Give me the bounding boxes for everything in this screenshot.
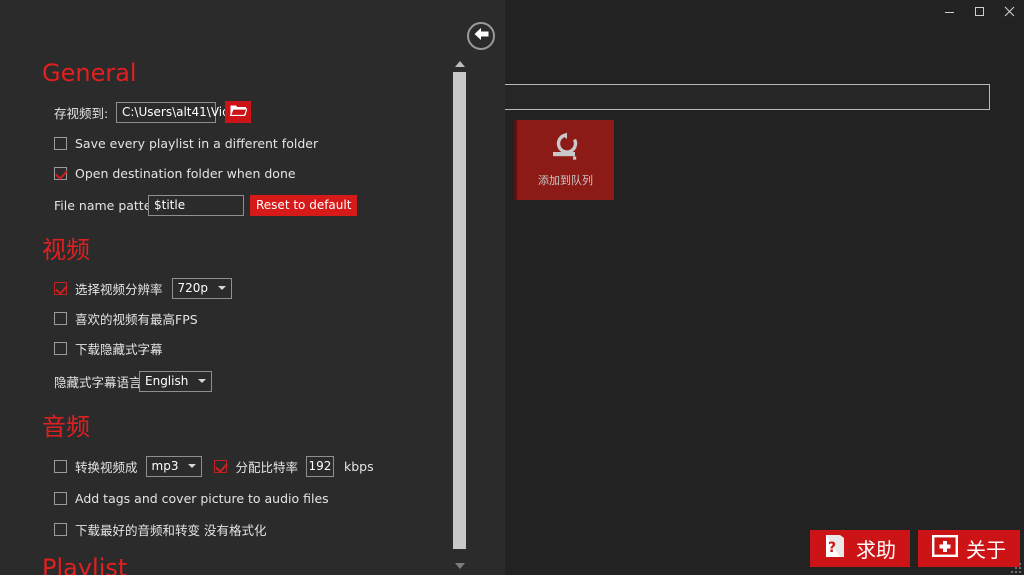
- window-controls: [934, 0, 1024, 22]
- section-title-video: 视频: [42, 236, 90, 264]
- subtitles-label: 下载隐藏式字幕: [75, 341, 163, 357]
- subtitles-checkbox[interactable]: [54, 341, 67, 355]
- video-resolution-value: 720p: [177, 281, 209, 295]
- folder-open-icon: [229, 103, 248, 121]
- reset-to-default-button[interactable]: Reset to default: [250, 194, 358, 216]
- row-add-tags[interactable]: Add tags and cover picture to audio file…: [54, 485, 450, 511]
- row-file-name-pattern: File name pattern: $title Reset to defau…: [54, 192, 450, 218]
- save-video-to-input[interactable]: C:\Users\alt41\Videos: [116, 101, 251, 123]
- save-video-to-label: 存视频到:: [54, 105, 109, 121]
- row-best-audio[interactable]: 下载最好的音频和转变 没有格式化: [54, 516, 450, 542]
- chevron-down-icon: [218, 286, 227, 290]
- max-fps-label: 喜欢的视频有最高FPS: [75, 311, 198, 327]
- about-plus-icon: [932, 535, 959, 562]
- convert-audio-label: 转换视频成: [75, 459, 138, 475]
- scroll-down-arrow-icon[interactable]: [452, 560, 467, 572]
- video-resolution-checkbox[interactable]: [54, 281, 67, 295]
- add-to-queue-button[interactable]: 添加到队列: [514, 120, 614, 200]
- add-tags-checkbox[interactable]: [54, 491, 67, 505]
- add-to-queue-label: 添加到队列: [538, 174, 593, 187]
- row-convert-audio: 转换视频成 mp3 分配比特率 192 kbps: [54, 453, 450, 479]
- add-to-queue-icon: [549, 132, 583, 167]
- subtitle-lang-label: 隐藏式字幕语言:: [54, 374, 146, 390]
- chevron-down-icon: [188, 464, 197, 468]
- about-label: 关于: [966, 538, 1006, 562]
- settings-panel: General 存视频到: C:\Users\alt41\Videos Save…: [0, 0, 505, 575]
- subtitle-lang-value: English: [145, 374, 189, 388]
- back-button[interactable]: [467, 22, 495, 50]
- row-open-folder-when-done[interactable]: Open destination folder when done: [54, 160, 450, 186]
- row-subtitles[interactable]: 下载隐藏式字幕: [54, 335, 450, 361]
- app-window: e 歌单下载 添加到队列 ?: [0, 0, 1024, 575]
- bitrate-label: 分配比特率: [235, 459, 298, 475]
- help-button[interactable]: ? 求助: [810, 530, 910, 567]
- bitrate-checkbox[interactable]: [214, 459, 228, 473]
- section-title-playlist: Playlist: [42, 554, 128, 575]
- help-book-icon: ?: [824, 533, 848, 564]
- help-label: 求助: [856, 538, 896, 562]
- subtitle-lang-dropdown[interactable]: English: [139, 370, 213, 392]
- bottom-action-buttons: ? 求助 关于: [810, 530, 1020, 567]
- back-arrow-icon: [473, 27, 490, 46]
- max-fps-checkbox[interactable]: [54, 311, 67, 325]
- convert-audio-checkbox[interactable]: [54, 459, 67, 473]
- bitrate-unit-label: kbps: [343, 458, 374, 474]
- row-save-each-playlist[interactable]: Save every playlist in a different folde…: [54, 130, 450, 156]
- url-input[interactable]: [500, 84, 990, 110]
- best-audio-checkbox[interactable]: [54, 522, 67, 536]
- settings-scroll-content: General 存视频到: C:\Users\alt41\Videos Save…: [0, 55, 450, 575]
- bitrate-input[interactable]: 192: [305, 455, 334, 477]
- main-content-panel: 添加到队列 ? 求助 关于: [500, 22, 1024, 575]
- chevron-down-icon: [198, 379, 207, 383]
- save-each-playlist-label: Save every playlist in a different folde…: [75, 135, 319, 151]
- file-pattern-label: File name pattern:: [54, 197, 169, 213]
- row-subtitle-language: 隐藏式字幕语言: English: [54, 368, 450, 394]
- row-max-fps[interactable]: 喜欢的视频有最高FPS: [54, 305, 450, 331]
- browse-folder-button[interactable]: [225, 101, 251, 123]
- row-video-resolution: 选择视频分辨率 720p: [54, 275, 450, 301]
- add-tags-label: Add tags and cover picture to audio file…: [75, 490, 329, 506]
- maximize-button[interactable]: [964, 0, 994, 22]
- save-each-playlist-checkbox[interactable]: [54, 136, 67, 150]
- settings-scrollbar[interactable]: [452, 58, 467, 572]
- video-resolution-label: 选择视频分辨率: [75, 281, 163, 297]
- row-save-video-to: 存视频到: C:\Users\alt41\Videos: [54, 99, 450, 125]
- svg-text:?: ?: [828, 540, 836, 556]
- video-resolution-dropdown[interactable]: 720p: [171, 277, 233, 299]
- open-folder-checkbox[interactable]: [54, 166, 67, 180]
- resize-grip[interactable]: [1010, 561, 1022, 573]
- about-button[interactable]: 关于: [918, 530, 1020, 567]
- best-audio-label: 下载最好的音频和转变 没有格式化: [75, 522, 267, 538]
- file-pattern-input[interactable]: $title: [148, 194, 244, 216]
- scroll-up-arrow-icon[interactable]: [452, 58, 467, 70]
- section-title-audio: 音频: [42, 413, 90, 441]
- close-button[interactable]: [994, 0, 1024, 22]
- section-title-general: General: [42, 59, 137, 87]
- minimize-button[interactable]: [934, 0, 964, 22]
- scrollbar-thumb[interactable]: [453, 72, 466, 549]
- audio-format-value: mp3: [151, 459, 179, 473]
- open-folder-label: Open destination folder when done: [75, 165, 296, 181]
- audio-format-dropdown[interactable]: mp3: [145, 455, 203, 477]
